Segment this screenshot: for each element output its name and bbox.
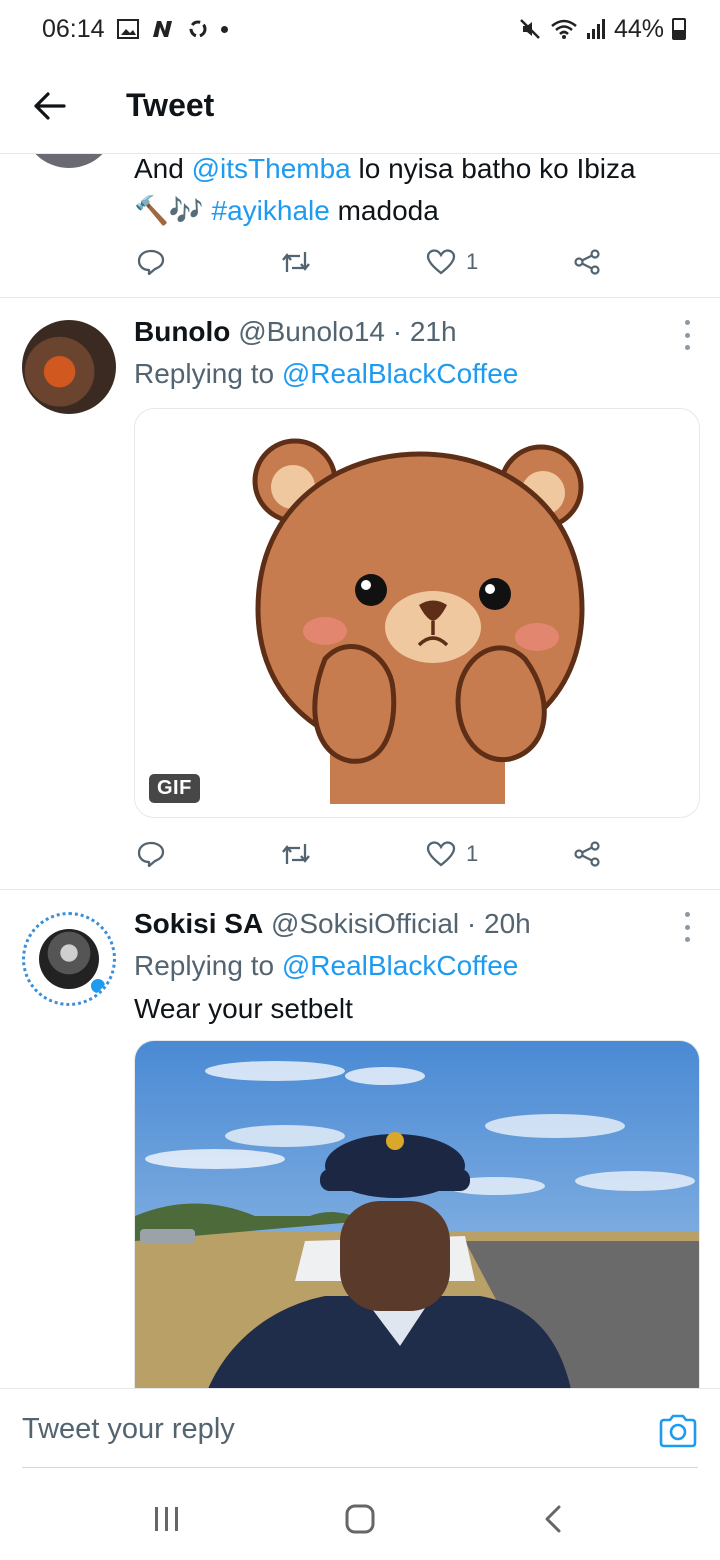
reply-icon [137, 249, 165, 276]
home-button[interactable] [330, 1489, 390, 1549]
tweet-item[interactable]: And @itsThemba lo nyisa batho ko Ibiza 🔨… [0, 154, 720, 298]
notification-dot [220, 25, 228, 33]
tweet-time: · 20h [466, 908, 531, 939]
retweet-button[interactable] [280, 840, 312, 868]
camera-icon [659, 1414, 697, 1448]
display-name[interactable]: Sokisi SA [134, 908, 263, 939]
share-icon [574, 841, 600, 867]
replying-to: Replying to @RealBlackCoffee [134, 950, 519, 981]
gif-media[interactable]: GIF [134, 408, 700, 818]
mention-link[interactable]: @itsThemba [192, 154, 351, 184]
tweet-header: Bunolo @Bunolo14 · 21h [134, 312, 698, 352]
retweet-icon [282, 252, 310, 272]
status-time: 06:14 [42, 14, 105, 43]
tweet-text: And @itsThemba lo nyisa batho ko Ibiza 🔨… [134, 154, 636, 226]
share-button[interactable] [572, 840, 602, 868]
reply-composer: Tweet your reply [0, 1388, 720, 1478]
gallery-icon [116, 19, 139, 39]
reply-icon [137, 841, 165, 868]
retweet-button[interactable] [280, 248, 312, 276]
user-handle[interactable]: @SokisiOfficial [271, 908, 459, 939]
wifi-icon [551, 19, 577, 39]
back-button[interactable] [20, 76, 80, 136]
heart-icon [426, 841, 456, 867]
share-button[interactable] [572, 248, 602, 276]
reply-button[interactable] [136, 839, 166, 869]
avatar[interactable] [22, 912, 116, 1006]
recents-button[interactable] [137, 1489, 197, 1549]
sync-icon [189, 20, 207, 38]
police-officer-photo [135, 1041, 699, 1388]
tweet-item[interactable]: Sokisi SA @SokisiOfficial · 20h Replying… [0, 890, 720, 1388]
mute-icon [520, 19, 540, 39]
share-icon [574, 249, 600, 275]
status-bar: 06:14 44% [0, 0, 720, 58]
like-button[interactable]: 1 [426, 840, 478, 868]
system-back-button[interactable] [523, 1489, 583, 1549]
chevron-left-icon [545, 1505, 561, 1533]
replying-to: Replying to @RealBlackCoffee [134, 358, 519, 389]
reply-input[interactable]: Tweet your reply [22, 1413, 235, 1446]
like-count: 1 [466, 841, 479, 866]
tweet-time: · 21h [392, 316, 457, 347]
divider [22, 1467, 698, 1468]
n-app-icon [152, 21, 172, 37]
home-icon [345, 1504, 375, 1534]
reply-button[interactable] [136, 247, 166, 277]
tweet-feed[interactable]: And @itsThemba lo nyisa batho ko Ibiza 🔨… [0, 154, 720, 1388]
heart-icon [426, 249, 456, 275]
like-count: 1 [466, 249, 479, 274]
avatar[interactable] [22, 320, 116, 414]
emoji: 🔨🎶 [134, 195, 204, 226]
system-nav-bar [0, 1478, 720, 1560]
replying-to-link[interactable]: @RealBlackCoffee [282, 358, 518, 389]
bear-gif-image [252, 438, 585, 804]
arrow-left-icon [34, 91, 66, 120]
tweet-text: Wear your setbelt [134, 993, 353, 1024]
retweet-icon [282, 844, 310, 864]
tweet-item[interactable]: Bunolo @Bunolo14 · 21h Replying to @Real… [0, 298, 720, 890]
gif-badge: GIF [149, 774, 200, 803]
display-name[interactable]: Bunolo [134, 316, 230, 347]
signal-icon [586, 19, 605, 39]
camera-button[interactable] [658, 1413, 698, 1453]
battery-percent: 44% [613, 14, 664, 43]
verified-badge-icon [89, 977, 107, 995]
user-handle[interactable]: @Bunolo14 [238, 316, 385, 347]
photo-media[interactable] [134, 1040, 700, 1388]
battery-icon [672, 18, 686, 40]
replying-to-link[interactable]: @RealBlackCoffee [282, 950, 518, 981]
like-button[interactable]: 1 [426, 248, 478, 276]
hashtag-link[interactable]: #ayikhale [212, 195, 330, 226]
page-title: Tweet [126, 87, 215, 123]
top-app-bar: Tweet [0, 58, 720, 154]
avatar[interactable] [22, 154, 116, 168]
tweet-header: Sokisi SA @SokisiOfficial · 20h [134, 904, 698, 944]
recents-icon [154, 1507, 178, 1531]
